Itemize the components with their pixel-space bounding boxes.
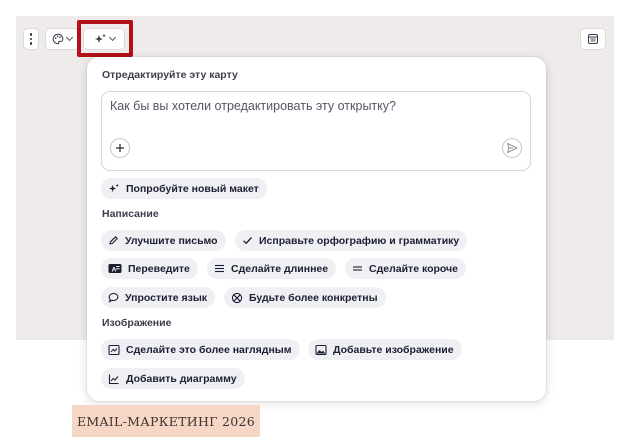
- fix-spelling-chip[interactable]: Исправьте орфографию и грамматику: [235, 230, 468, 251]
- translate-icon: A: [108, 264, 122, 273]
- sparkle-icon: [108, 183, 119, 193]
- writing-section-label: Написание: [102, 208, 159, 220]
- lines-icon: [215, 264, 224, 273]
- short-lines-icon: [353, 266, 362, 271]
- add-image-chip[interactable]: Добавьте изображение: [308, 339, 462, 360]
- theme-button[interactable]: [45, 28, 79, 50]
- prompt-input[interactable]: Как бы вы хотели отредактировать эту отк…: [101, 91, 531, 171]
- chip-label: Сделайте короче: [369, 262, 458, 275]
- card-tag: EMAIL-МАРКЕТИНГ 2026: [72, 405, 260, 437]
- chip-label: Попробуйте новый макет: [126, 182, 259, 195]
- target-icon: [231, 292, 243, 303]
- add-chart-chip[interactable]: Добавить диаграмму: [101, 368, 245, 389]
- improve-writing-chip[interactable]: Улучшите письмо: [101, 230, 226, 251]
- notes-button[interactable]: [580, 28, 606, 50]
- ai-button-highlight: [77, 20, 133, 57]
- speech-bubble-icon: [108, 292, 119, 303]
- line-chart-icon: [108, 374, 119, 384]
- image-icon: [315, 344, 327, 355]
- make-visual-chip[interactable]: Сделайте это более наглядным: [101, 339, 300, 360]
- palette-icon: [52, 33, 64, 45]
- send-button[interactable]: [502, 138, 522, 158]
- chip-label: Добавить диаграмму: [126, 372, 237, 385]
- add-attachment-button[interactable]: [110, 138, 130, 158]
- ai-edit-popup: Отредактируйте эту карту Как бы вы хотел…: [87, 57, 546, 401]
- more-vertical-icon: [29, 33, 33, 45]
- svg-text:A: A: [112, 266, 117, 273]
- chip-label: Улучшите письмо: [125, 234, 218, 247]
- be-specific-chip[interactable]: Будьте более конкретны: [224, 287, 386, 308]
- more-options-button[interactable]: [23, 28, 39, 50]
- simplify-language-chip[interactable]: Упростите язык: [101, 287, 216, 308]
- plus-icon: [116, 144, 124, 152]
- chip-label: Упростите язык: [125, 291, 208, 304]
- visual-icon: [108, 344, 120, 355]
- send-icon: [506, 142, 518, 154]
- chevron-down-icon: [65, 33, 74, 42]
- notes-icon: [588, 34, 598, 44]
- chip-label: Будьте более конкретны: [249, 291, 378, 304]
- pen-icon: [109, 236, 118, 245]
- make-shorter-chip[interactable]: Сделайте короче: [345, 258, 466, 279]
- check-icon: [243, 237, 252, 245]
- chip-label: Исправьте орфографию и грамматику: [259, 234, 460, 247]
- chip-label: Переведите: [128, 262, 190, 275]
- image-section-label: Изображение: [102, 317, 172, 329]
- translate-chip[interactable]: A Переведите: [101, 258, 198, 279]
- chip-label: Добавьте изображение: [333, 343, 454, 356]
- chip-label: Сделайте длиннее: [231, 262, 329, 275]
- try-new-layout-chip[interactable]: Попробуйте новый макет: [101, 178, 267, 199]
- make-longer-chip[interactable]: Сделайте длиннее: [207, 258, 337, 279]
- prompt-placeholder: Как бы вы хотели отредактировать эту отк…: [110, 99, 396, 113]
- popup-title: Отредактируйте эту карту: [102, 69, 238, 81]
- chip-label: Сделайте это более наглядным: [126, 343, 292, 356]
